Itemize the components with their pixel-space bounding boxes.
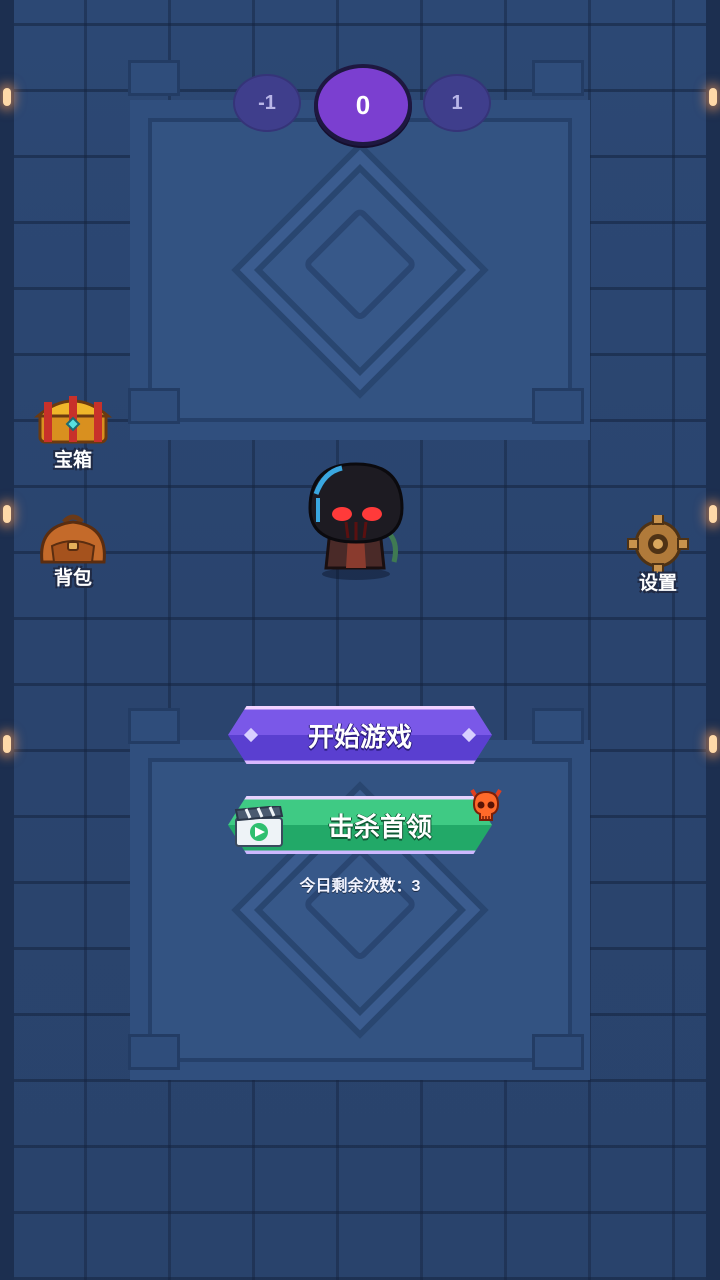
floor-tile <box>128 708 180 744</box>
remaining-attempts-text: 今日剩余次数：3 <box>299 878 421 895</box>
bag-button[interactable]: 背包 <box>30 510 116 590</box>
floor-emblem <box>239 149 481 391</box>
floor-tile <box>128 1034 180 1070</box>
torch <box>709 505 717 523</box>
treasure-chest-icon <box>33 396 113 444</box>
torch <box>3 735 11 753</box>
settings-label: 设置 <box>638 573 677 594</box>
video-ad-icon <box>234 806 284 847</box>
decor-diamond <box>243 727 259 743</box>
level-current: 0 <box>314 64 412 146</box>
torch <box>709 88 717 106</box>
left-wall <box>0 0 14 1280</box>
floor-room-bottom <box>130 740 590 1080</box>
hero-character <box>308 462 404 580</box>
floor-room-top <box>130 100 590 440</box>
settings-button[interactable]: 设置 <box>615 515 701 595</box>
start-game-label: 开始游戏 <box>307 721 412 752</box>
floor-tile <box>532 708 584 744</box>
torch <box>3 88 11 106</box>
level-next-button[interactable]: 1 <box>423 74 491 132</box>
torch <box>3 505 11 523</box>
floor-tile <box>532 60 584 96</box>
bag-label: 背包 <box>53 568 92 589</box>
gear-icon <box>627 515 689 573</box>
devil-skull-icon <box>470 788 502 821</box>
start-game-button[interactable]: 开始游戏 <box>228 706 492 764</box>
floor-tile <box>128 388 180 424</box>
level-prev-button[interactable]: -1 <box>233 74 301 132</box>
floor-tile <box>532 388 584 424</box>
backpack-icon <box>40 514 106 564</box>
chest-button[interactable]: 宝箱 <box>30 392 116 472</box>
torch <box>709 735 717 753</box>
right-wall <box>706 0 720 1280</box>
chest-label: 宝箱 <box>53 450 92 471</box>
floor-tile <box>128 60 180 96</box>
floor-tile <box>532 1034 584 1070</box>
decor-diamond <box>461 727 477 743</box>
kill-boss-label: 击杀首领 <box>327 811 432 842</box>
